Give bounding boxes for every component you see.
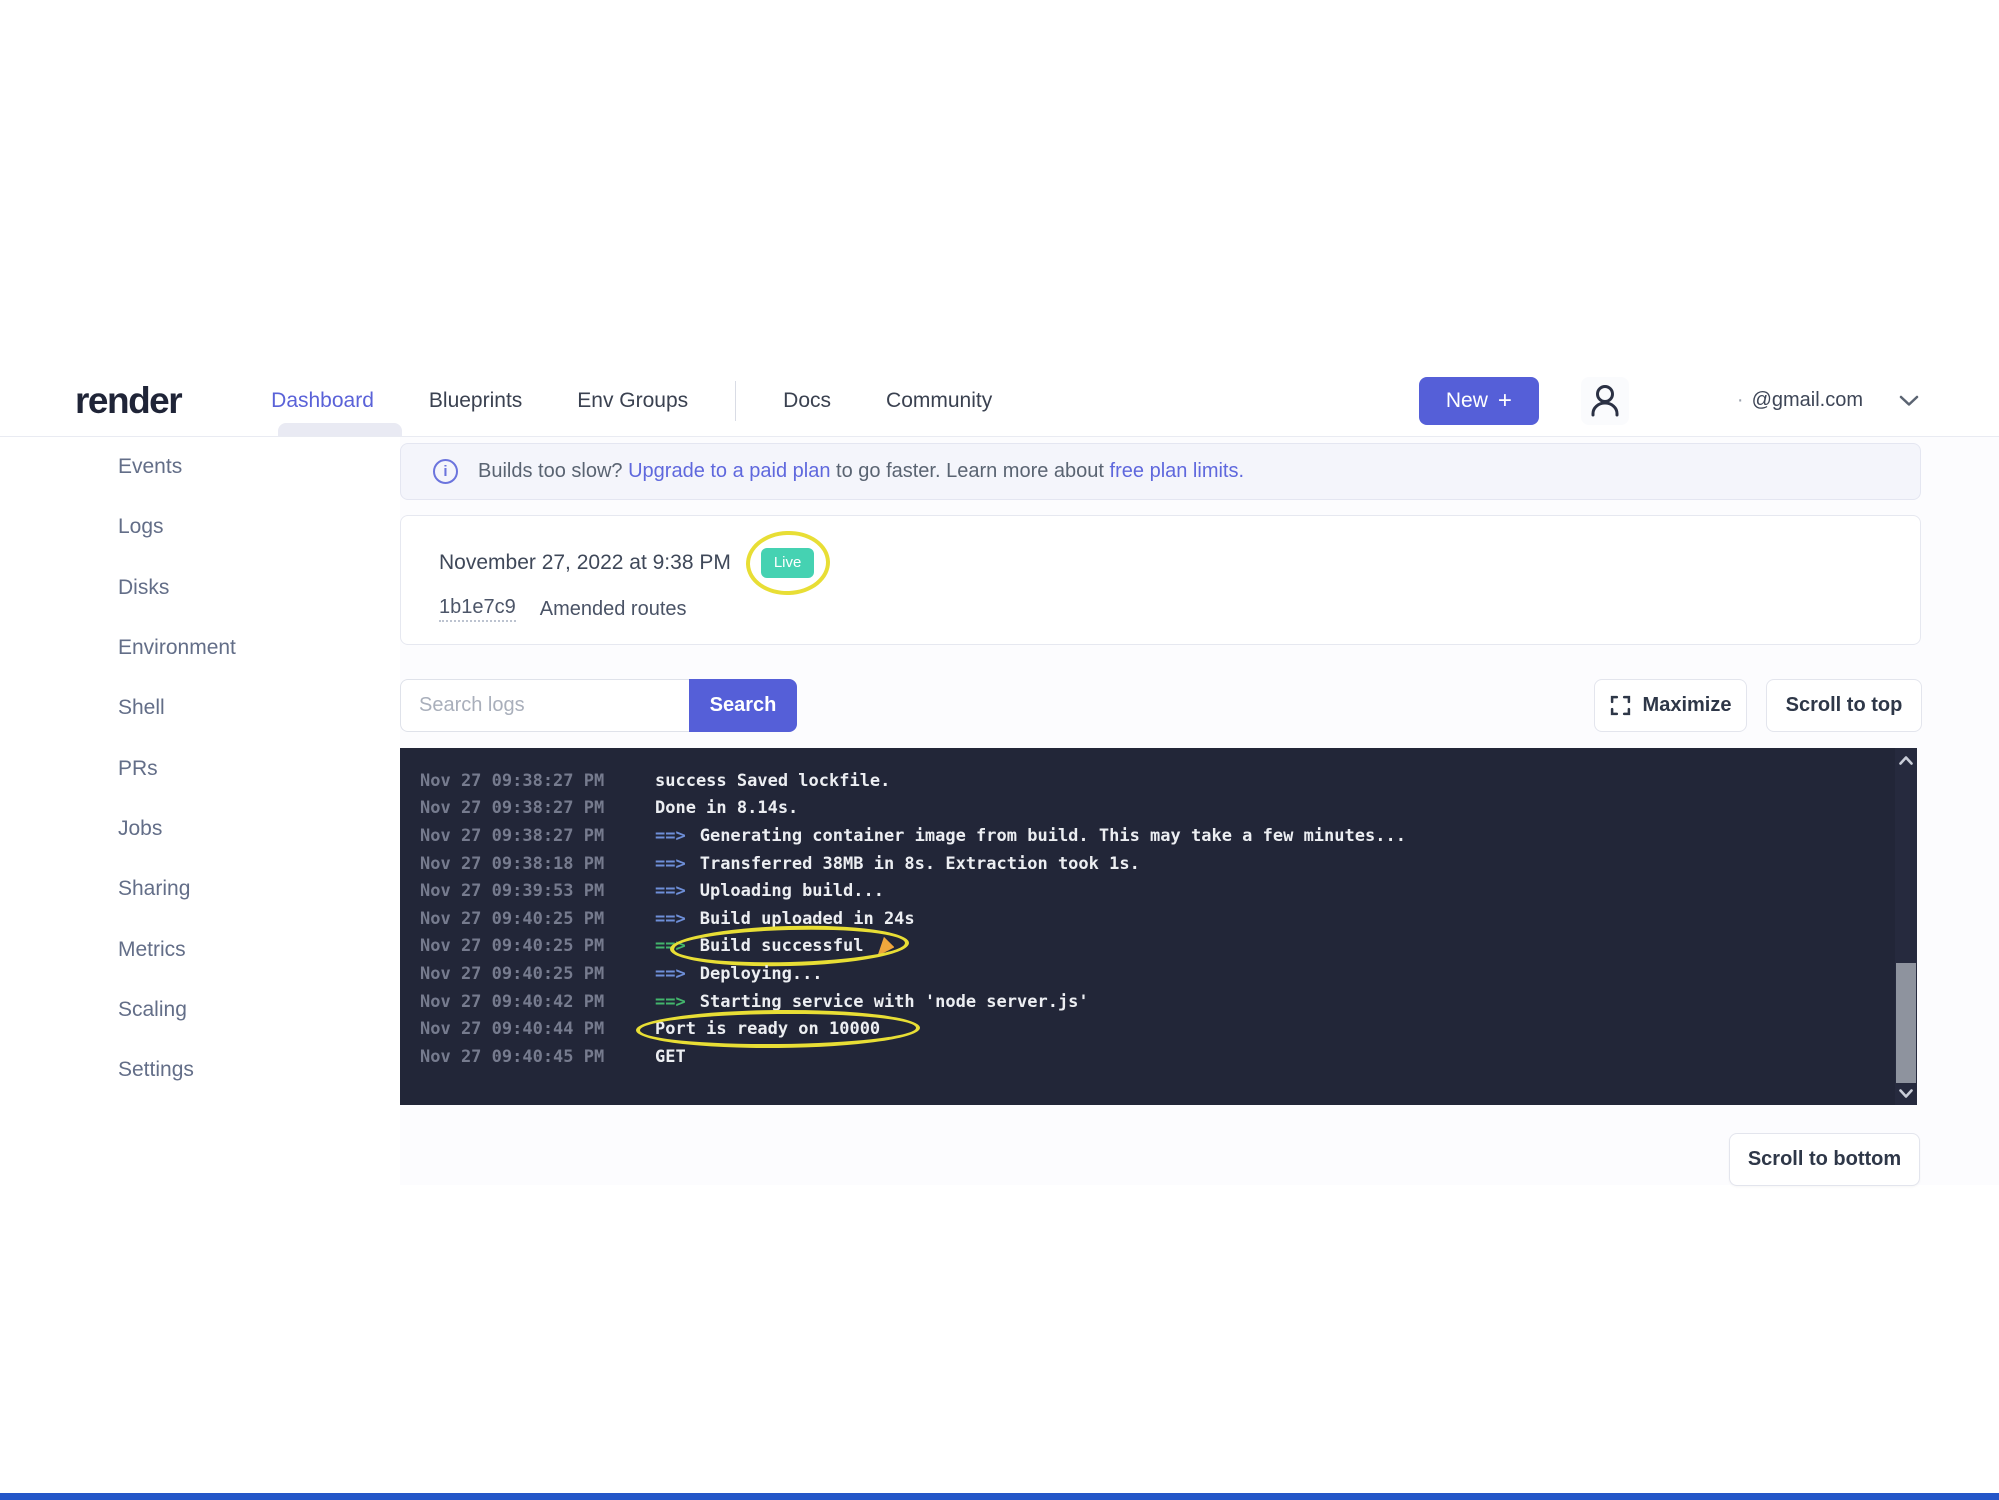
log-timestamp: Nov 27 09:38:18 PM xyxy=(420,854,655,874)
log-arrow-icon: ==> xyxy=(655,964,686,984)
log-text: Port is ready on 10000 xyxy=(655,1019,880,1039)
log-text: GET xyxy=(655,1047,686,1067)
info-icon: i xyxy=(433,459,458,484)
log-timestamp: Nov 27 09:40:25 PM xyxy=(420,936,655,956)
sidebar-item-settings[interactable]: Settings xyxy=(0,1040,400,1100)
maximize-label: Maximize xyxy=(1643,694,1732,717)
log-text: Uploading build... xyxy=(700,881,884,901)
log-timestamp: Nov 27 09:40:44 PM xyxy=(420,1019,655,1039)
user-icon xyxy=(1584,380,1626,422)
sidebar-item-metrics[interactable]: Metrics xyxy=(0,919,400,979)
sidebar-item-events[interactable]: Events xyxy=(0,437,400,497)
log-arrow-icon: ==> xyxy=(655,826,686,846)
render-logo[interactable]: render xyxy=(75,380,181,422)
log-timestamp: Nov 27 09:40:45 PM xyxy=(420,1047,655,1067)
scrollbar-down-icon[interactable] xyxy=(1895,1081,1917,1105)
commit-message: Amended routes xyxy=(540,598,687,621)
log-timestamp: Nov 27 09:38:27 PM xyxy=(420,771,655,791)
log-line: Nov 27 09:40:44 PMPort is ready on 10000 xyxy=(420,1015,1887,1043)
sidebar-item-shell[interactable]: Shell xyxy=(0,678,400,738)
log-arrow-icon: ==> xyxy=(655,881,686,901)
log-arrow-icon: ==> xyxy=(655,992,686,1012)
new-button[interactable]: New + xyxy=(1419,377,1539,425)
commit-hash-link[interactable]: 1b1e7c9 xyxy=(439,596,516,622)
avatar[interactable] xyxy=(1581,377,1629,425)
nav-link-docs[interactable]: Docs xyxy=(783,389,831,413)
log-line: Nov 27 09:38:27 PMDone in 8.14s. xyxy=(420,795,1887,823)
sidebar-item-sharing[interactable]: Sharing xyxy=(0,859,400,919)
log-text: Starting service with 'node server.js' xyxy=(700,992,1089,1012)
log-text: Build uploaded in 24s xyxy=(700,909,915,929)
chevron-down-icon xyxy=(1899,395,1919,407)
sidebar-item-scaling[interactable]: Scaling xyxy=(0,980,400,1040)
log-timestamp: Nov 27 09:39:53 PM xyxy=(420,881,655,901)
log-text: Generating container image from build. T… xyxy=(700,826,1406,846)
sidebar-item-environment[interactable]: Environment xyxy=(0,618,400,678)
log-text: success Saved lockfile. xyxy=(655,771,890,791)
sidebar-item-jobs[interactable]: Jobs xyxy=(0,799,400,859)
plus-icon: + xyxy=(1498,389,1512,413)
log-timestamp: Nov 27 09:40:42 PM xyxy=(420,992,655,1012)
active-tab-indicator xyxy=(278,423,402,436)
upgrade-plan-link[interactable]: Upgrade to a paid plan xyxy=(628,460,830,482)
banner-text-2: to go faster. Learn more about xyxy=(836,460,1104,482)
nav-link-blueprints[interactable]: Blueprints xyxy=(429,389,522,413)
nav-link-env-groups[interactable]: Env Groups xyxy=(577,389,688,413)
terminal-scrollbar[interactable] xyxy=(1895,748,1917,1105)
log-line: Nov 27 09:40:45 PMGET xyxy=(420,1043,1887,1071)
log-terminal: Nov 27 09:38:27 PMsuccess Saved lockfile… xyxy=(400,748,1917,1105)
log-line: Nov 27 09:40:25 PM==> Deploying... xyxy=(420,960,1887,988)
account-email: @gmail.com xyxy=(1752,389,1863,412)
account-menu[interactable]: · @gmail.com xyxy=(1737,389,1919,412)
log-lines: Nov 27 09:38:27 PMsuccess Saved lockfile… xyxy=(420,767,1887,1071)
sidebar-item-disks[interactable]: Disks xyxy=(0,558,400,618)
scroll-to-bottom-button[interactable]: Scroll to bottom xyxy=(1729,1133,1920,1186)
deploy-date: November 27, 2022 at 9:38 PM xyxy=(439,551,731,575)
log-timestamp: Nov 27 09:40:25 PM xyxy=(420,964,655,984)
log-line: Nov 27 09:40:25 PM==> Build successful xyxy=(420,933,1887,961)
free-plan-limits-link[interactable]: free plan limits. xyxy=(1110,460,1245,482)
party-popper-emoji xyxy=(877,937,894,956)
log-text: Deploying... xyxy=(700,964,823,984)
bottom-edge-bar xyxy=(0,1493,1999,1500)
service-sidebar: Events Logs Disks Environment Shell PRs … xyxy=(0,437,400,1137)
log-text: Done in 8.14s. xyxy=(655,798,798,818)
new-button-label: New xyxy=(1446,389,1488,413)
log-line: Nov 27 09:40:42 PM==> Starting service wi… xyxy=(420,988,1887,1016)
log-timestamp: Nov 27 09:38:27 PM xyxy=(420,798,655,818)
scrollbar-up-icon[interactable] xyxy=(1895,748,1917,772)
top-navbar: render Dashboard Blueprints Env Groups D… xyxy=(0,365,1999,437)
nav-link-community[interactable]: Community xyxy=(886,389,992,413)
nav-links: Dashboard Blueprints Env Groups Docs Com… xyxy=(271,381,992,421)
nav-link-dashboard[interactable]: Dashboard xyxy=(271,389,374,413)
log-text: Build successful xyxy=(700,936,895,956)
maximize-button[interactable]: Maximize xyxy=(1594,679,1747,732)
log-line: Nov 27 09:38:18 PM==> Transferred 38MB in… xyxy=(420,850,1887,878)
sidebar-item-logs[interactable]: Logs xyxy=(0,497,400,557)
log-timestamp: Nov 27 09:38:27 PM xyxy=(420,826,655,846)
banner-text-1: Builds too slow? xyxy=(478,460,623,482)
log-timestamp: Nov 27 09:40:25 PM xyxy=(420,909,655,929)
scroll-to-top-button[interactable]: Scroll to top xyxy=(1766,679,1922,732)
banner-text: Builds too slow? Upgrade to a paid plan … xyxy=(478,460,1244,483)
sidebar-item-prs[interactable]: PRs xyxy=(0,738,400,798)
log-text: Transferred 38MB in 8s. Extraction took … xyxy=(700,854,1140,874)
log-arrow-icon: ==> xyxy=(655,936,686,956)
search-button[interactable]: Search xyxy=(689,679,797,732)
log-arrow-icon: ==> xyxy=(655,854,686,874)
scrollbar-thumb[interactable] xyxy=(1896,963,1916,1083)
nav-divider xyxy=(735,381,736,421)
log-line: Nov 27 09:39:53 PM==> Uploading build... xyxy=(420,877,1887,905)
nav-right: New + · @gmail.com xyxy=(1419,377,1919,425)
log-line: Nov 27 09:40:25 PM==> Build uploaded in 2… xyxy=(420,905,1887,933)
log-arrow-icon: ==> xyxy=(655,909,686,929)
log-line: Nov 27 09:38:27 PMsuccess Saved lockfile… xyxy=(420,767,1887,795)
log-line: Nov 27 09:38:27 PM==> Generating containe… xyxy=(420,822,1887,850)
search-logs-input[interactable] xyxy=(400,679,689,732)
account-dot: · xyxy=(1737,389,1744,412)
deploy-card: November 27, 2022 at 9:38 PM Live 1b1e7c… xyxy=(400,515,1921,645)
maximize-icon xyxy=(1610,695,1631,716)
upgrade-banner: i Builds too slow? Upgrade to a paid pla… xyxy=(400,443,1921,500)
status-badge-live: Live xyxy=(761,548,815,578)
